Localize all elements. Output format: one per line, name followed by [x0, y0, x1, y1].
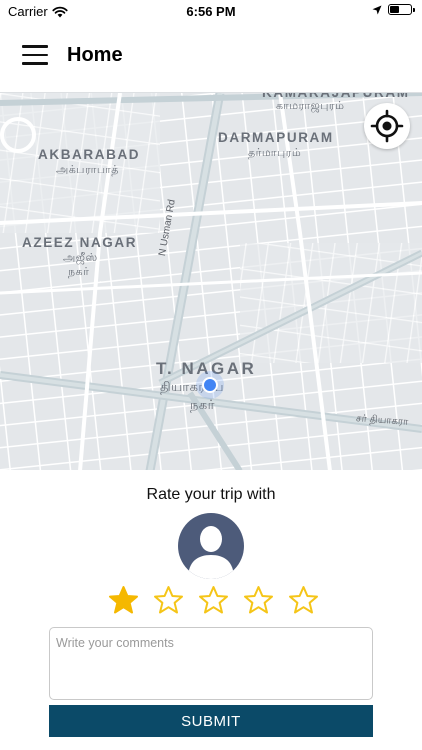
map-area-sublabel: நகர்: [68, 265, 90, 278]
star-outline-icon[interactable]: [198, 585, 229, 615]
map-view[interactable]: KAMARAJAPURAM காமராஜபுரம் DARMAPURAM தர்…: [0, 92, 422, 470]
current-location-marker: [202, 377, 218, 393]
comments-field[interactable]: [49, 627, 373, 700]
map-area-sublabel: அக்பராபாத்: [56, 163, 119, 176]
hamburger-menu-icon[interactable]: [22, 45, 48, 67]
submit-button[interactable]: SUBMIT: [49, 705, 373, 737]
status-time: 6:56 PM: [186, 4, 236, 19]
map-area-sublabel: நகர்: [190, 398, 215, 413]
map-area-sublabel: அஜீஸ்: [63, 251, 98, 264]
star-outline-icon[interactable]: [153, 585, 184, 615]
user-silhouette-icon: [188, 526, 234, 579]
star-outline-icon[interactable]: [243, 585, 274, 615]
star-outline-icon[interactable]: [288, 585, 319, 615]
driver-avatar: [178, 513, 244, 579]
status-right: [372, 4, 415, 15]
app-header: Home: [0, 22, 422, 92]
map-area-sublabel: காமராஜபுரம்: [276, 99, 345, 112]
map-area-label: AKBARABAD: [38, 147, 141, 162]
page-title: Home: [67, 44, 123, 66]
map-area-label: AZEEZ NAGAR: [22, 235, 138, 250]
rate-trip-title: Rate your trip with: [146, 486, 276, 503]
crosshair-icon: [370, 109, 404, 143]
star-filled-icon[interactable]: [108, 585, 139, 615]
star-rating: [108, 585, 319, 615]
battery-icon: [388, 4, 415, 15]
map-area-sublabel: தர்மாபுரம்: [248, 146, 302, 159]
location-arrow-icon: [372, 5, 382, 14]
status-bar: Carrier 6:56 PM: [0, 0, 422, 22]
map-area-label: T. NAGAR: [156, 359, 257, 378]
map-area-label: DARMAPURAM: [218, 130, 334, 145]
recenter-location-button[interactable]: [364, 103, 410, 149]
